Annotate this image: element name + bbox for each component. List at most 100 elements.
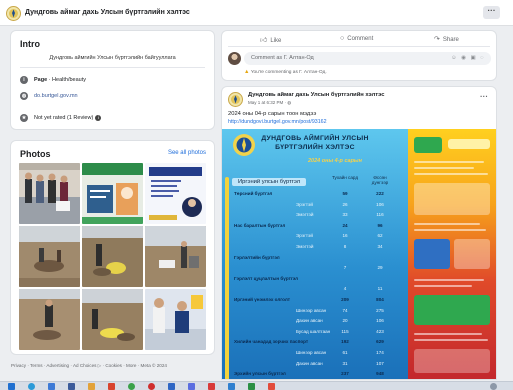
start-icon[interactable] — [8, 383, 15, 390]
photo-thumbnail[interactable] — [82, 163, 143, 224]
field-photo-image — [19, 289, 80, 350]
app-icon[interactable] — [168, 383, 175, 390]
app-icon[interactable] — [188, 383, 195, 390]
photo-thumbnail[interactable] — [82, 226, 143, 287]
infographic-row: Эмэгтэй 8 34 — [234, 244, 406, 252]
infographic-row: Нас баралтын бүртгэл 24 96 — [234, 223, 406, 231]
photo-thumbnail[interactable] — [145, 226, 206, 287]
post-author-name[interactable]: Дундговь аймаг дахь Улсын бүртгэлийн хэл… — [248, 92, 384, 98]
infographic-row: Гэрлэлтийн бүртгэл — [234, 255, 406, 263]
share-button[interactable]: ↷ Share — [434, 35, 459, 43]
app-icon[interactable] — [248, 383, 255, 390]
browser-icon[interactable] — [28, 383, 35, 390]
field-photo-image — [82, 226, 143, 287]
intro-bio: Дундговь аймгийн Улсын бүртгэлийн байгуу… — [49, 55, 176, 61]
app-icon[interactable] — [108, 383, 115, 390]
infographic-row-label: Эмэгтэй — [296, 244, 314, 249]
post-link[interactable]: http://dundgovi.burtgel.gov.mn/post/9316… — [228, 119, 327, 125]
post-timestamp[interactable]: May 1 at 6:32 PM · ◍ — [248, 100, 291, 106]
text-line — [414, 223, 480, 225]
decorative-block — [448, 139, 490, 149]
photo-thumbnail[interactable] — [82, 289, 143, 350]
more-options-button[interactable]: ··· — [483, 6, 500, 19]
infographic-row: 4 11 — [234, 286, 406, 294]
share-icon: ↷ — [434, 36, 440, 43]
app-icon[interactable] — [48, 383, 55, 390]
comment-placeholder: Comment as Г. Алтан-Од — [251, 55, 314, 61]
app-icon[interactable] — [68, 383, 75, 390]
intro-title: Intro — [20, 39, 40, 49]
infographic-row-label: Дахин авсан — [296, 360, 323, 366]
comment-tool-icons[interactable]: ☺ ◉ ▣ ◌ — [451, 55, 485, 61]
infographic-row: Эрхийн улсын бүртгэл 237 948 — [234, 371, 406, 379]
like-button[interactable]: 👍︎ Like — [260, 35, 281, 44]
info-card-image — [145, 163, 206, 224]
page-logo[interactable] — [6, 6, 21, 21]
infographic-row-label: Төрсний бүртгэл — [234, 191, 273, 196]
see-all-photos-link[interactable]: See all photos — [168, 150, 206, 156]
app-icon[interactable] — [148, 383, 155, 390]
comment-button[interactable]: ○ Comment — [340, 35, 373, 42]
rating-info-icon[interactable]: i — [95, 114, 102, 121]
infographic-month-value: 4 — [343, 286, 347, 292]
infographic-row: Төрсний бүртгэл 59 222 — [234, 191, 406, 199]
infographic-row: 7 29 — [234, 265, 406, 273]
photo-thumbnail[interactable] — [145, 289, 206, 350]
field-photo-image — [19, 226, 80, 287]
comment-input[interactable]: Comment as Г. Алтан-Од ☺ ◉ ▣ ◌ — [244, 52, 491, 65]
infographic-row: Эрэгтэй 16 62 — [234, 233, 406, 241]
infographic-month-value: 115 — [341, 328, 349, 334]
like-label: Like — [270, 38, 282, 44]
infographic-row: Бусад шалтгаан 115 423 — [234, 329, 406, 337]
infographic-row: Гэрлэлт цуцлалтын бүртгэл — [234, 276, 406, 284]
page-category-prefix: Page — [34, 77, 48, 83]
infographic-month-value: 209 — [341, 297, 349, 302]
system-tray-icon[interactable] — [490, 383, 497, 390]
decorative-strip — [225, 177, 229, 379]
footer-links[interactable]: Privacy · Terms · Advertising · Ad Choic… — [11, 363, 167, 369]
photo-thumbnail[interactable] — [19, 226, 80, 287]
text-line — [414, 229, 486, 231]
photos-title[interactable]: Photos — [20, 149, 51, 159]
infographic-cumulative-value: 11 — [377, 286, 383, 292]
post-author-avatar[interactable] — [228, 92, 243, 107]
statistics-infographic[interactable]: ДУНДГОВЬ АЙМГИЙН УЛСЫН БҮРТГЭЛИЙН ХЭЛТЭС… — [222, 129, 496, 379]
post-more-button[interactable]: ··· — [480, 92, 488, 101]
avatar[interactable] — [228, 52, 241, 65]
emblem-icon — [9, 9, 18, 18]
field-photo-image — [82, 289, 143, 350]
app-icon[interactable] — [268, 383, 275, 390]
text-line — [414, 161, 484, 163]
text-line — [414, 339, 488, 341]
website-link[interactable]: do.burtgel.gov.mn — [34, 93, 78, 99]
decorative-block — [414, 349, 490, 373]
text-line — [414, 333, 482, 335]
folder-icon[interactable] — [88, 383, 95, 390]
infographic-row: Эмэгтэй 33 116 — [234, 212, 406, 220]
page-header-bar: Дундговь аймаг дахь Улсын бүртгэлийн хэл… — [0, 0, 513, 26]
photo-thumbnail[interactable] — [145, 163, 206, 224]
app-icon[interactable] — [208, 383, 215, 390]
warning-icon: ▲ — [244, 69, 250, 75]
photo-thumbnail[interactable] — [19, 289, 80, 350]
rating-text[interactable]: Not yet rated (1 Review) — [34, 115, 93, 121]
app-icon[interactable] — [128, 383, 135, 390]
infographic-title-line1: ДУНДГОВЬ АЙМГИЙН УЛСЫН — [261, 135, 369, 142]
infographic-month-value: 31 — [342, 360, 348, 366]
infographic-row: Шинээр авсан 61 174 — [234, 350, 406, 358]
photos-card: Photos See all photos — [10, 140, 215, 355]
infographic-subtitle: 2024 оны 4-р сарын — [308, 158, 362, 164]
thumbs-up-icon: 👍︎ — [260, 37, 268, 44]
comment-icon: ○ — [340, 35, 345, 42]
infographic-month-value: 74 — [342, 307, 348, 313]
previous-post-card: 👍︎ Like ○ Comment ↷ Share Comment as Г. Алт… — [221, 30, 497, 81]
infographic-cumulative-value: 107 — [376, 360, 384, 366]
emblem-icon — [231, 95, 240, 104]
os-taskbar — [0, 381, 513, 390]
infographic-right-panel — [408, 129, 496, 379]
infographic-title-line2: БҮРТГЭЛИЙН ХЭЛТЭС — [275, 144, 355, 151]
infographic-cumulative-value: 106 — [376, 201, 384, 207]
app-icon[interactable] — [228, 383, 235, 390]
photo-thumbnail[interactable] — [19, 163, 80, 224]
infographic-row-label: Гэрлэлт цуцлалтын бүртгэл — [234, 275, 299, 281]
